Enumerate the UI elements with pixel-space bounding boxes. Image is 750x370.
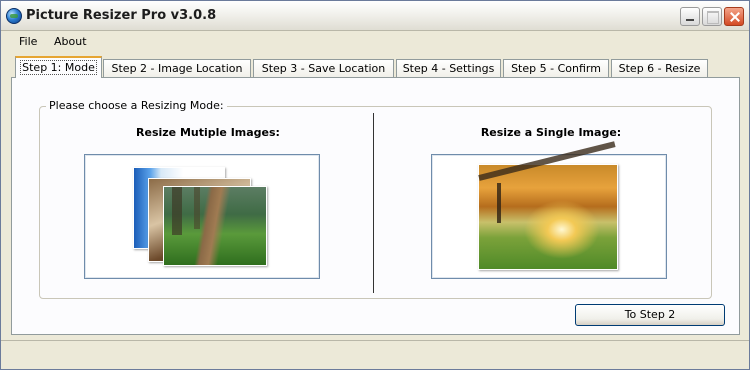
title-bar[interactable]: Picture Resizer Pro v3.0.8 [1,1,749,31]
status-bar [1,340,749,369]
tab-label: Step 2 - Image Location [111,62,243,75]
close-icon[interactable] [724,7,744,26]
tab-step-6-resize[interactable]: Step 6 - Resize [611,59,708,78]
tab-step-5-confirm[interactable]: Step 5 - Confirm [503,59,609,78]
tab-label: Step 6 - Resize [618,62,701,75]
tab-label: Step 5 - Confirm [511,62,601,75]
tab-step-4-settings[interactable]: Step 4 - Settings [396,59,501,78]
globe-icon [6,8,22,24]
tab-step-1-mode[interactable]: Step 1: Mode [15,56,102,78]
tab-step-3-save-location[interactable]: Step 3 - Save Location [253,59,394,78]
maximize-icon[interactable] [702,7,722,26]
to-step-2-button[interactable]: To Step 2 [575,304,725,326]
resize-multiple-button[interactable] [84,154,320,279]
tab-label: Step 3 - Save Location [261,62,386,75]
tab-panel-mode: Please choose a Resizing Mode: Resize Mu… [11,77,740,335]
single-photo [478,164,618,270]
single-mode-heading: Resize a Single Image: [480,126,622,139]
window-title: Picture Resizer Pro v3.0.8 [26,8,217,23]
multi-mode-heading: Resize Mutiple Images: [136,126,280,139]
menu-file[interactable]: File [19,35,37,48]
tab-label: Step 1: Mode [20,60,97,75]
app-window: Picture Resizer Pro v3.0.8 File About St… [0,0,750,370]
stacked-photo-front [163,186,267,266]
tab-label: Step 4 - Settings [402,62,495,75]
menu-bar: File About [1,32,749,52]
minimize-icon[interactable] [680,7,700,26]
column-divider [373,113,374,293]
group-label: Please choose a Resizing Mode: [46,99,227,112]
resize-single-button[interactable] [431,154,667,279]
tab-step-2-image-location[interactable]: Step 2 - Image Location [103,59,251,78]
menu-about[interactable]: About [54,35,87,48]
